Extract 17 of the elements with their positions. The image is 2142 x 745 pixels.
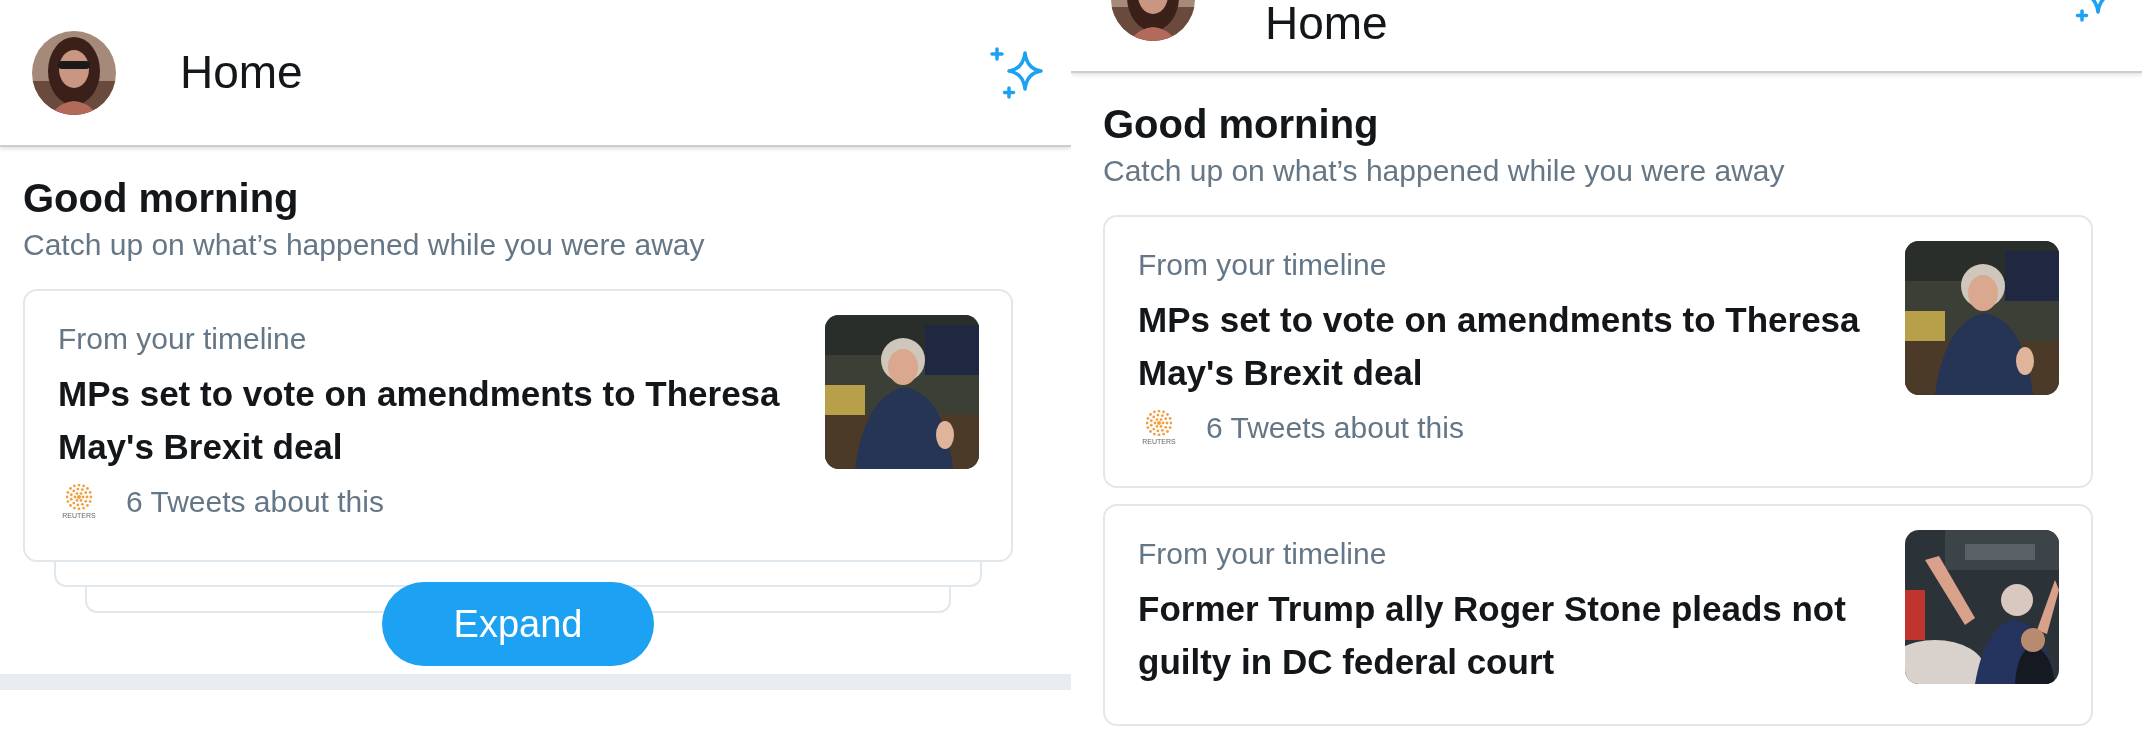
greeting-title: Good morning bbox=[1103, 101, 1380, 148]
story-headline: MPs set to vote on amendments to Theresa May's Brexit deal bbox=[1138, 299, 1861, 394]
story-label: From your timeline bbox=[58, 321, 308, 357]
tweet-count: 6 Tweets about this bbox=[1206, 410, 1464, 446]
story-headline: Former Trump ally Roger Stone pleads not guilty in DC federal court bbox=[1138, 588, 1847, 683]
story-card[interactable]: From your timeline Former Trump ally Roger Stone pleads not guilty in DC federal court bbox=[1103, 504, 2093, 726]
greeting-subtitle: Catch up on what’s happened while you were away bbox=[1103, 153, 1786, 189]
greeting-subtitle: Catch up on what’s happened while you were away bbox=[23, 227, 706, 263]
story-label: From your timeline bbox=[1138, 536, 1388, 572]
greeting-title: Good morning bbox=[23, 175, 300, 222]
story-headline: MPs set to vote on amendments to Theresa May's Brexit deal bbox=[58, 373, 781, 468]
tweet-count: 6 Tweets about this bbox=[126, 484, 384, 520]
reuters-logo-icon bbox=[1146, 409, 1172, 436]
page-title: Home bbox=[1265, 0, 1389, 46]
story-label: From your timeline bbox=[1138, 247, 1388, 283]
page-title: Home bbox=[180, 45, 304, 100]
reuters-logo-icon bbox=[66, 483, 92, 510]
